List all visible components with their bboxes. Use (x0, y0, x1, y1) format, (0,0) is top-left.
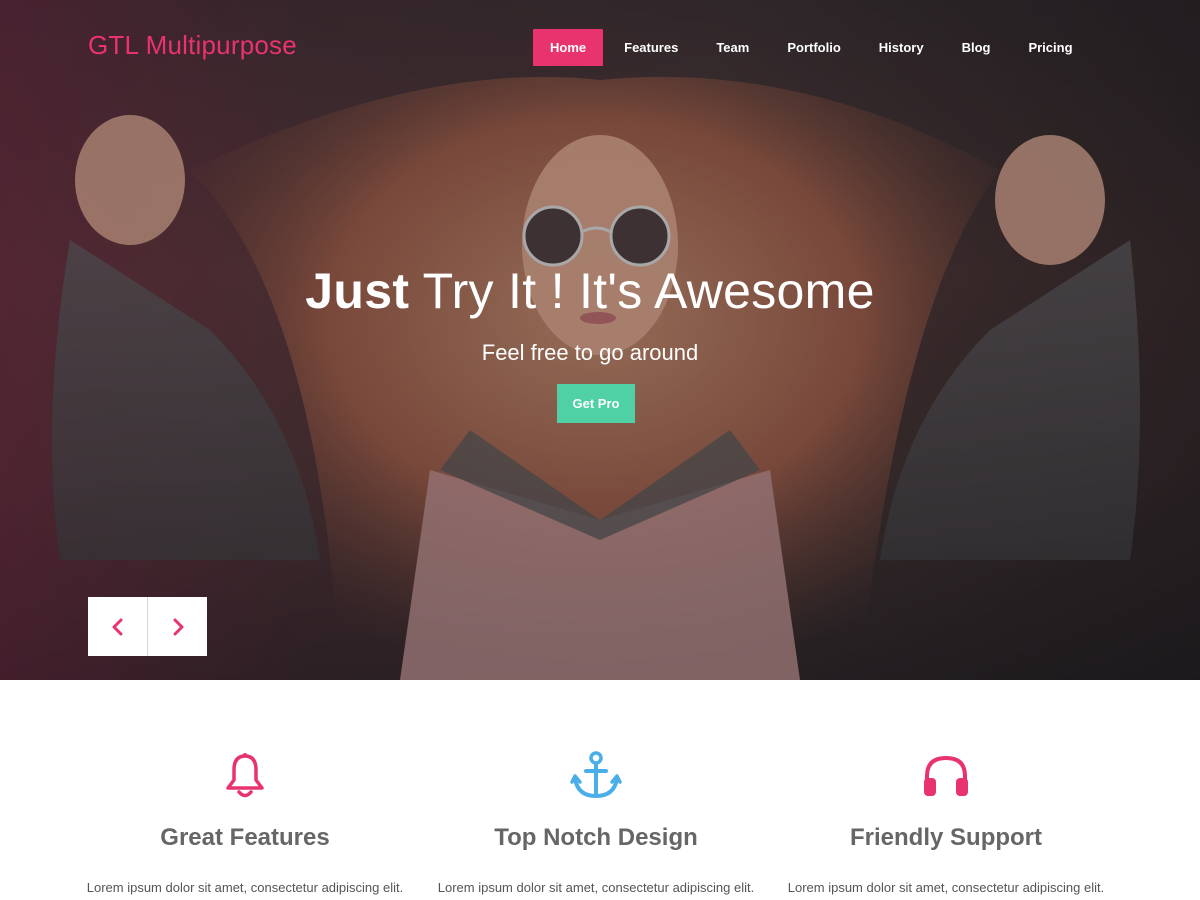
feature-title: Top Notch Design (494, 824, 698, 851)
get-pro-button[interactable]: Get Pro (557, 384, 635, 423)
site-logo-text[interactable]: GTL Multipurpose (88, 30, 297, 61)
feature-text: Lorem ipsum dolor sit amet, consectetur … (787, 880, 1105, 895)
nav-item-pricing[interactable]: Pricing (1011, 29, 1089, 66)
feature-title: Great Features (160, 824, 330, 851)
feature-icon-wrap (421, 750, 771, 802)
feature-text: Lorem ipsum dolor sit amet, consectetur … (437, 880, 755, 895)
feature-top-notch-design: Top Notch Design Lorem ipsum dolor sit a… (421, 750, 771, 898)
feature-text: Lorem ipsum dolor sit amet, consectetur … (86, 880, 404, 895)
nav-item-home[interactable]: Home (533, 29, 604, 66)
hero-title-rest: Try It ! It's Awesome (409, 263, 875, 319)
headphones-icon (924, 755, 968, 796)
feature-icon-wrap (70, 750, 420, 802)
nav-item-blog[interactable]: Blog (945, 29, 1008, 66)
nav-item-features[interactable]: Features (607, 29, 695, 66)
feature-icon-wrap (771, 750, 1121, 802)
slider-next-button[interactable] (148, 597, 207, 656)
feature-friendly-support: Friendly Support Lorem ipsum dolor sit a… (771, 750, 1121, 898)
chevron-right-icon (173, 618, 183, 635)
hero-title: Just Try It ! It's Awesome (0, 262, 1180, 320)
feature-title: Friendly Support (850, 824, 1042, 851)
nav-item-portfolio[interactable]: Portfolio (770, 29, 857, 66)
chevron-left-icon (112, 618, 122, 635)
nav-item-history[interactable]: History (862, 29, 941, 66)
slider-prev-button[interactable] (88, 597, 147, 656)
hero-subtitle: Feel free to go around (481, 340, 699, 365)
main-nav: Home Features Team Portfolio History Blo… (533, 29, 1094, 66)
nav-item-team[interactable]: Team (699, 29, 766, 66)
bell-icon (226, 753, 264, 798)
hero-banner: GTL Multipurpose Home Features Team Port… (0, 0, 1200, 680)
feature-great-features: Great Features Lorem ipsum dolor sit ame… (70, 750, 420, 898)
anchor-icon (570, 751, 622, 799)
hero-title-bold: Just (305, 263, 410, 319)
